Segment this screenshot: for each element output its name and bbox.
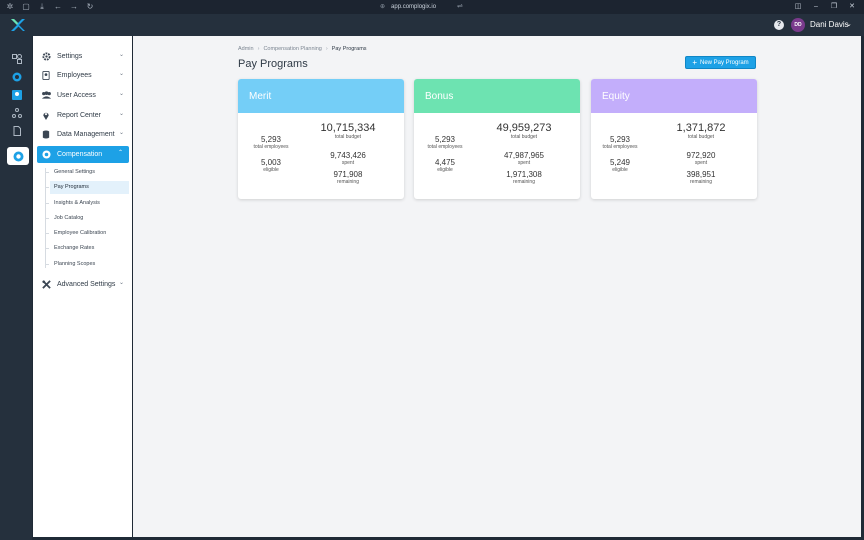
help-button[interactable]: ?: [774, 20, 784, 30]
pay-program-card-bonus[interactable]: Bonus 5,293 total employees 4,475 eligible…: [414, 79, 580, 199]
metric-remaining: 971,908 remaining: [333, 170, 363, 185]
avatar[interactable]: DD: [791, 18, 805, 32]
chevron-down-icon: ⌄: [118, 111, 124, 117]
sidebar: Settings ⌄ Employees ⌄ User Access ⌄ Rep…: [33, 36, 132, 537]
rail-document-icon[interactable]: [8, 122, 26, 140]
plus-icon: +: [692, 57, 697, 67]
chevron-right-icon: ›: [257, 46, 260, 52]
metric-total-budget: 10,715,334 total budget: [320, 122, 376, 140]
tune-icon[interactable]: ⇌: [457, 0, 463, 14]
sidebar-item-report-center[interactable]: Report Center ⌄: [37, 107, 130, 123]
rail-profile-icon[interactable]: [8, 86, 26, 104]
rail-target-icon[interactable]: [8, 68, 26, 86]
window-controls: ◫ – ❐ ✕: [792, 0, 858, 14]
coin-gear-icon: [40, 150, 52, 159]
url-text: app.complogix.io: [391, 4, 437, 10]
new-pay-program-button[interactable]: + New Pay Program: [685, 56, 756, 69]
submenu-item-insights-analysis[interactable]: Insights & Analysis: [45, 197, 129, 210]
sidebar-item-advanced-settings[interactable]: Advanced Settings ⌄: [37, 276, 130, 292]
breadcrumb-current: Pay Programs: [331, 46, 367, 52]
chevron-up-icon: ⌃: [117, 150, 123, 156]
rail-compensation-icon[interactable]: [7, 147, 29, 165]
metric-eligible: 4,475 eligible: [434, 158, 456, 173]
metric-total-employees: 5,293 total employees: [602, 135, 638, 150]
page-title: Pay Programs: [238, 58, 308, 70]
download-icon[interactable]: ⤓: [34, 0, 50, 14]
user-name[interactable]: Dani Davis: [810, 19, 849, 31]
maximize-icon[interactable]: ❐: [828, 0, 840, 14]
rail-org-chart-icon[interactable]: [8, 104, 26, 122]
breadcrumb: Admin › Compensation Planning › Pay Programs: [238, 46, 367, 52]
sidebar-item-settings[interactable]: Settings ⌄: [37, 48, 130, 64]
rail-dashboard-icon[interactable]: [8, 50, 26, 68]
sidebar-item-user-access[interactable]: User Access ⌄: [37, 87, 130, 103]
new-pay-program-label: New Pay Program: [699, 59, 749, 66]
metric-spent: 9,743,426 spent: [330, 151, 366, 166]
tools-icon: [40, 279, 52, 289]
metric-remaining: 1,971,308 remaining: [506, 170, 542, 185]
map-pin-icon: [40, 111, 52, 120]
chevron-right-icon: ›: [325, 46, 328, 52]
breadcrumb-compensation-planning[interactable]: Compensation Planning: [263, 46, 321, 52]
card-header: Equity: [591, 79, 757, 113]
forward-icon[interactable]: →: [66, 0, 82, 14]
submenu-item-exchange-rates[interactable]: Exchange Rates: [45, 242, 129, 255]
sidebar-item-label: Advanced Settings: [57, 280, 116, 288]
sidebar-item-compensation[interactable]: Compensation ⌃: [37, 146, 129, 163]
submenu-item-pay-programs[interactable]: Pay Programs: [45, 181, 129, 194]
pay-program-card-equity[interactable]: Equity 5,293 total employees 5,249 eligibl…: [591, 79, 757, 199]
sidebar-item-label: Settings: [57, 52, 83, 60]
users-icon: [40, 91, 52, 99]
metric-total-employees: 5,293 total employees: [253, 135, 289, 150]
split-view-icon[interactable]: ◫: [792, 0, 804, 14]
reload-icon[interactable]: ↻: [82, 0, 98, 14]
sidebar-toggle-icon[interactable]: ▢: [18, 0, 34, 14]
gear-icon: [40, 51, 52, 61]
sidebar-item-label: Compensation: [57, 151, 103, 158]
close-icon[interactable]: ✕: [846, 0, 858, 14]
chevron-down-icon: ⌄: [118, 130, 124, 136]
main-content: Admin › Compensation Planning › Pay Programs…: [133, 36, 861, 537]
site-info-icon[interactable]: ⊕: [380, 4, 385, 10]
database-icon: [40, 129, 52, 139]
metric-total-employees: 5,293 total employees: [427, 135, 463, 150]
metric-total-budget: 1,371,872 total budget: [676, 122, 726, 140]
metric-eligible: 5,249 eligible: [609, 158, 631, 173]
submenu-item-planning-scopes[interactable]: Planning Scopes: [45, 258, 129, 271]
browser-menu-icon[interactable]: ✲: [2, 0, 18, 14]
metric-total-budget: 49,959,273 total budget: [496, 122, 552, 140]
chevron-down-icon: ⌄: [118, 52, 124, 58]
card-header: Bonus: [414, 79, 580, 113]
submenu-item-general-settings[interactable]: General Settings: [45, 166, 129, 179]
pay-program-card-merit[interactable]: Merit 5,293 total employees 5,003 eligible…: [238, 79, 404, 199]
app-logo-icon[interactable]: [10, 18, 26, 32]
address-bar[interactable]: ⊕ app.complogix.io: [380, 0, 436, 14]
minimize-icon[interactable]: –: [810, 0, 822, 14]
metric-spent: 972,920 spent: [686, 151, 716, 166]
browser-toolbar: ✲ ▢ ⤓ ← → ↻ ⊕ app.complogix.io ⇌ ◫ – ❐ ✕: [0, 0, 864, 14]
sidebar-item-data-management[interactable]: Data Management ⌄: [37, 126, 130, 142]
metric-eligible: 5,003 eligible: [260, 158, 282, 173]
chevron-down-icon: ⌄: [118, 71, 124, 77]
back-icon[interactable]: ←: [50, 0, 66, 14]
sidebar-item-label: Report Center: [57, 111, 101, 119]
submenu-item-employee-calibration[interactable]: Employee Calibration: [45, 227, 129, 240]
breadcrumb-admin[interactable]: Admin: [238, 46, 254, 52]
icon-rail: [0, 36, 32, 540]
metric-spent: 47,987,965 spent: [503, 151, 545, 166]
submenu-item-job-catalog[interactable]: Job Catalog: [45, 212, 129, 225]
app-header: ? DD Dani Davis ⌄: [0, 14, 864, 36]
metric-remaining: 398,951 remaining: [686, 170, 716, 185]
sidebar-item-label: Data Management: [57, 130, 115, 138]
chevron-down-icon: ⌄: [118, 280, 124, 286]
card-header: Merit: [238, 79, 404, 113]
id-badge-icon: [40, 70, 52, 80]
sidebar-item-label: Employees: [57, 71, 92, 79]
chevron-down-icon: ⌄: [118, 91, 124, 97]
sidebar-item-employees[interactable]: Employees ⌄: [37, 67, 130, 83]
sidebar-item-label: User Access: [57, 91, 96, 99]
chevron-down-icon[interactable]: ⌄: [846, 19, 852, 31]
